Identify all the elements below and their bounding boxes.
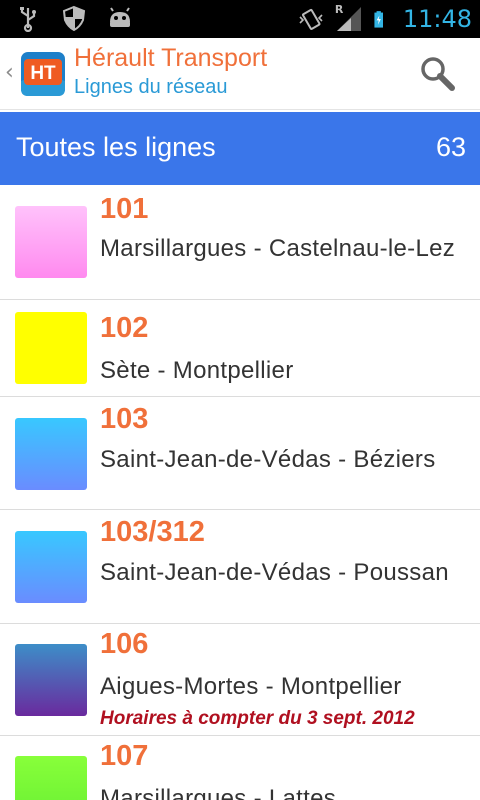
list-header-title: Toutes les lignes: [16, 132, 216, 162]
line-color-swatch: [15, 644, 87, 716]
line-number: 102: [100, 312, 149, 344]
line-count: 63: [435, 132, 466, 162]
app-subtitle: Lignes du réseau: [74, 76, 228, 98]
line-name: Sète - Montpellier: [100, 357, 294, 384]
line-name: Saint-Jean-de-Védas - Poussan: [100, 559, 449, 586]
line-color-swatch: [15, 531, 87, 603]
app-logo[interactable]: HT: [20, 51, 66, 97]
usb-icon: [20, 7, 36, 32]
signal-icon: R: [334, 3, 363, 33]
line-color-swatch: [15, 418, 87, 490]
list-item[interactable]: 107 Marsillargues - Lattes: [0, 736, 480, 800]
list-header: Toutes les lignes 63: [0, 112, 480, 185]
list-item[interactable]: 103 Saint-Jean-de-Védas - Béziers: [0, 397, 480, 510]
status-left-icons: [14, 4, 134, 32]
vibrate-icon: [299, 8, 323, 30]
line-number: 106: [100, 628, 149, 660]
list-item[interactable]: 101 Marsillargues - Castelnau-le-Lez: [0, 185, 480, 300]
app-title: Hérault Transport: [74, 44, 268, 72]
line-number: 103/312: [100, 516, 205, 548]
list-item[interactable]: 103/312 Saint-Jean-de-Védas - Poussan: [0, 510, 480, 624]
list-item[interactable]: 102 Sète - Montpellier: [0, 300, 480, 397]
line-name: Marsillargues - Castelnau-le-Lez: [100, 235, 456, 262]
status-bar: R 11:48: [0, 0, 480, 38]
line-color-swatch: [15, 206, 87, 278]
search-icon: [421, 57, 455, 91]
action-bar: ‹ HT Hérault Transport Lignes du réseau: [0, 38, 480, 110]
line-number: 101: [100, 193, 149, 225]
line-name: Aigues-Mortes - Montpellier: [100, 673, 402, 700]
line-number: 103: [100, 403, 149, 435]
line-color-swatch: [15, 756, 87, 800]
list-item[interactable]: 106 Aigues-Mortes - Montpellier Horaires…: [0, 624, 480, 736]
line-name: Saint-Jean-de-Védas - Béziers: [100, 446, 436, 473]
roaming-indicator: R: [334, 3, 344, 16]
status-right-icons: R 11:48: [297, 3, 472, 34]
android-icon: [110, 7, 130, 27]
up-caret-icon[interactable]: ‹: [5, 60, 14, 85]
clock: 11:48: [402, 5, 472, 33]
shield-icon: [62, 5, 86, 32]
line-color-swatch: [15, 312, 87, 384]
logo-text: HT: [30, 63, 56, 84]
line-number: 107: [100, 740, 149, 772]
schedule-note: Horaires à compter du 3 sept. 2012: [100, 708, 415, 729]
line-name: Marsillargues - Lattes: [100, 785, 337, 800]
battery-icon: [374, 11, 383, 28]
search-button[interactable]: [410, 50, 466, 98]
lines-list: 101 Marsillargues - Castelnau-le-Lez 102…: [0, 185, 480, 800]
